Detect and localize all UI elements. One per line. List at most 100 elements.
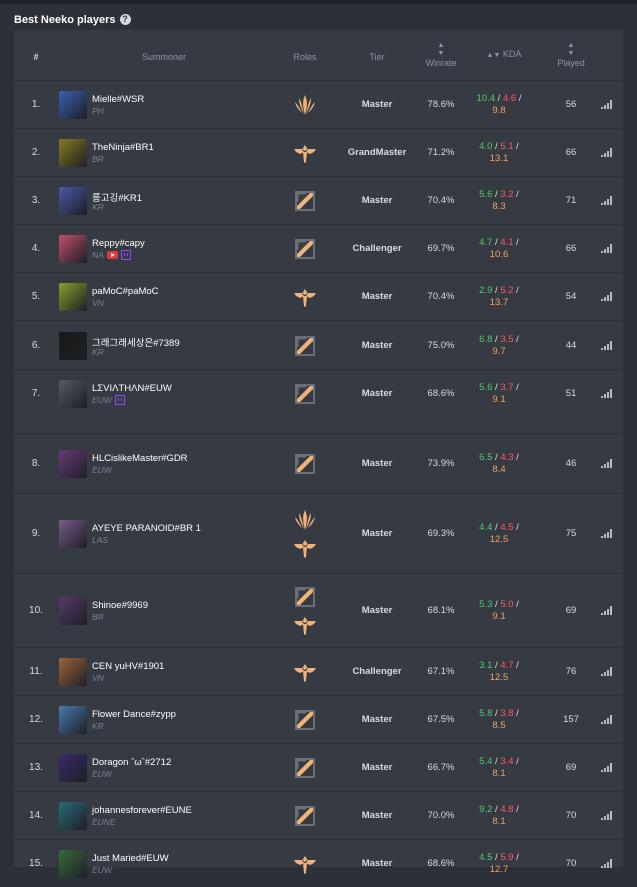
table-row[interactable]: 2. TheNinja#BR1 BR GrandMaster 71.2% 4.0… — [14, 128, 623, 176]
deaths-value: 3.5 — [500, 334, 513, 345]
roles-cell — [292, 452, 318, 476]
region-label: KR — [92, 202, 104, 212]
stats-chart-icon[interactable] — [601, 341, 613, 350]
summoner-name[interactable]: Reppy#capy — [92, 238, 145, 249]
kills-value: 5.6 — [479, 189, 492, 200]
support-icon — [293, 285, 317, 309]
col-played[interactable]: ▲▼ Played — [551, 42, 591, 68]
assists-value: 8.3 — [492, 201, 505, 212]
avatar[interactable] — [59, 802, 87, 830]
kills-value: 4.0 — [479, 141, 492, 152]
summoner-name[interactable]: AYEYE PARANOID#BR 1 — [92, 523, 201, 534]
stats-chart-icon[interactable] — [601, 100, 613, 109]
table-row[interactable]: 10. Shinoe#9969 BR Master 68.1% 5.3 / 5.… — [14, 573, 623, 647]
summoner-name[interactable]: TheNinja#BR1 — [92, 142, 154, 153]
table-row[interactable]: 11. CEN yuHV#1901 VN Challenger 67.1% 3.… — [14, 647, 623, 695]
summoner-name[interactable]: Just Maried#EUW — [92, 853, 169, 864]
avatar[interactable] — [59, 850, 87, 878]
summoner-name[interactable]: Mielle#WSR — [92, 94, 144, 105]
col-winrate[interactable]: ▲▼ Winrate — [418, 42, 464, 68]
region-label: KR — [92, 347, 104, 357]
tier-value: Master — [334, 99, 420, 110]
col-kda-label: KDA — [503, 49, 522, 59]
deaths-value: 3.8 — [500, 708, 513, 719]
table-row[interactable]: 5. paMoC#paMoC VN Master 70.4% 2.9 / 5.2… — [14, 272, 623, 320]
kills-value: 6.5 — [479, 452, 492, 463]
kills-value: 2.9 — [479, 285, 492, 296]
table-row[interactable]: 3. 릉고깅#KR1 KR Master 70.4% 5.6 / 3.2 / 8… — [14, 176, 623, 224]
tier-value: Master — [334, 528, 420, 539]
avatar[interactable] — [59, 91, 87, 119]
table-row[interactable]: 9. AYEYE PARANOID#BR 1 LAS Master 69.3% … — [14, 493, 623, 573]
region-label: VN — [92, 298, 104, 308]
summoner-name[interactable]: 그래그래세상은#7389 — [92, 335, 180, 349]
stats-chart-icon[interactable] — [601, 811, 613, 820]
played-value: 66 — [554, 243, 588, 254]
table-row[interactable]: 14. johannesforever#EUNE EUNE Master 70.… — [14, 791, 623, 839]
table-row[interactable]: 13. Doragon ˆωˆ#2712 EUW Master 66.7% 5.… — [14, 743, 623, 791]
table-row[interactable]: 12. Flower Dance#zypp KR Master 67.5% 5.… — [14, 695, 623, 743]
col-tier[interactable]: Tier — [354, 52, 400, 62]
table-row[interactable]: 4. Reppy#capy NA Challenger 69.7% 4.7 / … — [14, 224, 623, 272]
roles-cell — [292, 141, 318, 165]
col-roles[interactable]: Roles — [284, 52, 326, 62]
kda-value: 10.4 / 4.6 / 9.8 — [474, 93, 524, 117]
summoner-name[interactable]: CEN yuHV#1901 — [92, 661, 164, 672]
help-icon[interactable]: ? — [120, 14, 131, 25]
avatar[interactable] — [59, 597, 87, 625]
stats-chart-icon[interactable] — [601, 667, 613, 676]
table-row[interactable]: 7. LΣVIΛTHΛN#EUW EUW Master 68.6% 5.6 / … — [14, 369, 623, 417]
played-value: 69 — [554, 762, 588, 773]
summoner-name[interactable]: Doragon ˆωˆ#2712 — [92, 757, 171, 768]
avatar[interactable] — [59, 520, 87, 548]
col-kda[interactable]: ▲▼ KDA — [484, 49, 524, 59]
tier-value: Master — [334, 810, 420, 821]
twitch-icon[interactable] — [115, 395, 125, 405]
avatar[interactable] — [59, 658, 87, 686]
table-row[interactable]: 6. 그래그래세상은#7389 KR Master 75.0% 6.8 / 3.… — [14, 320, 623, 369]
avatar[interactable] — [59, 706, 87, 734]
stats-chart-icon[interactable] — [601, 148, 613, 157]
summoner-name[interactable]: johannesforever#EUNE — [92, 805, 192, 816]
stats-chart-icon[interactable] — [601, 715, 613, 724]
avatar[interactable] — [59, 283, 87, 311]
avatar[interactable] — [59, 450, 87, 478]
region-label: KR — [92, 721, 104, 731]
kda-separator: / — [514, 452, 519, 463]
avatar[interactable] — [59, 380, 87, 408]
table-row[interactable]: 8. HLCislikeMaster#GDR EUW Master 73.9% … — [14, 433, 623, 493]
played-value: 157 — [554, 714, 588, 725]
summoner-name[interactable]: Flower Dance#zypp — [92, 709, 176, 720]
avatar[interactable] — [59, 139, 87, 167]
summoner-name[interactable]: HLCislikeMaster#GDR — [92, 453, 188, 464]
summoner-name[interactable]: Shinoe#9969 — [92, 600, 148, 611]
stats-chart-icon[interactable] — [601, 292, 613, 301]
summoner-name[interactable]: paMoC#paMoC — [92, 286, 159, 297]
stats-chart-icon[interactable] — [601, 529, 613, 538]
table-row[interactable]: 1. Mielle#WSR PH Master 78.6% 10.4 / 4.6… — [14, 80, 623, 128]
avatar[interactable] — [59, 235, 87, 263]
avatar[interactable] — [59, 332, 87, 360]
stats-chart-icon[interactable] — [601, 459, 613, 468]
stats-chart-icon[interactable] — [601, 389, 613, 398]
avatar[interactable] — [59, 187, 87, 215]
kda-value: 3.1 / 4.7 / 12.5 — [474, 660, 524, 684]
stats-chart-icon[interactable] — [601, 606, 613, 615]
stats-chart-icon[interactable] — [601, 244, 613, 253]
roles-cell — [292, 660, 318, 684]
stats-chart-icon[interactable] — [601, 196, 613, 205]
region-text: PH — [92, 106, 104, 116]
col-summoner[interactable]: Summoner — [124, 52, 204, 62]
top-icon — [293, 189, 317, 213]
stats-chart-icon[interactable] — [601, 763, 613, 772]
deaths-value: 4.3 — [500, 452, 513, 463]
youtube-icon[interactable] — [107, 251, 118, 259]
assists-value: 8.1 — [492, 816, 505, 827]
summoner-name[interactable]: LΣVIΛTHΛN#EUW — [92, 383, 172, 394]
table-row[interactable]: 15. Just Maried#EUW EUW Master 68.6% 4.5… — [14, 839, 623, 887]
avatar[interactable] — [59, 754, 87, 782]
winrate-value: 69.3% — [420, 528, 462, 539]
twitch-icon[interactable] — [121, 250, 131, 260]
played-value: 66 — [554, 147, 588, 158]
top-icon — [293, 452, 317, 476]
